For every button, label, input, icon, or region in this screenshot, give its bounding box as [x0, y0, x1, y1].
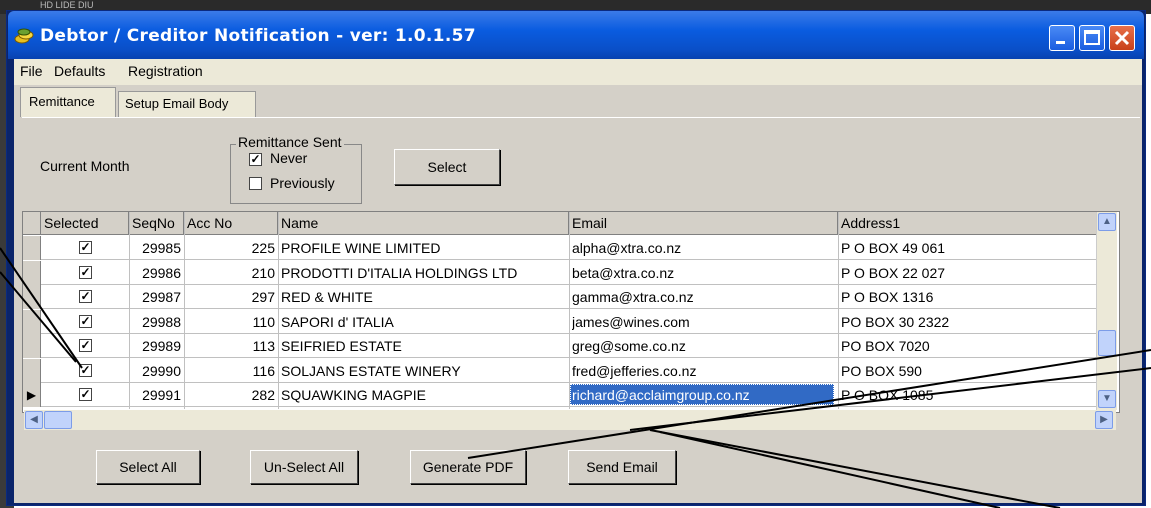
callout-line	[0, 271, 77, 363]
callout-line	[0, 247, 83, 369]
callout-line	[629, 367, 1151, 431]
callout-line	[467, 349, 1151, 459]
tab-remittance[interactable]: Remittance	[20, 87, 116, 117]
callout-line	[659, 431, 1001, 508]
annotation-callouts	[0, 247, 1151, 508]
callout-line	[649, 429, 1061, 508]
